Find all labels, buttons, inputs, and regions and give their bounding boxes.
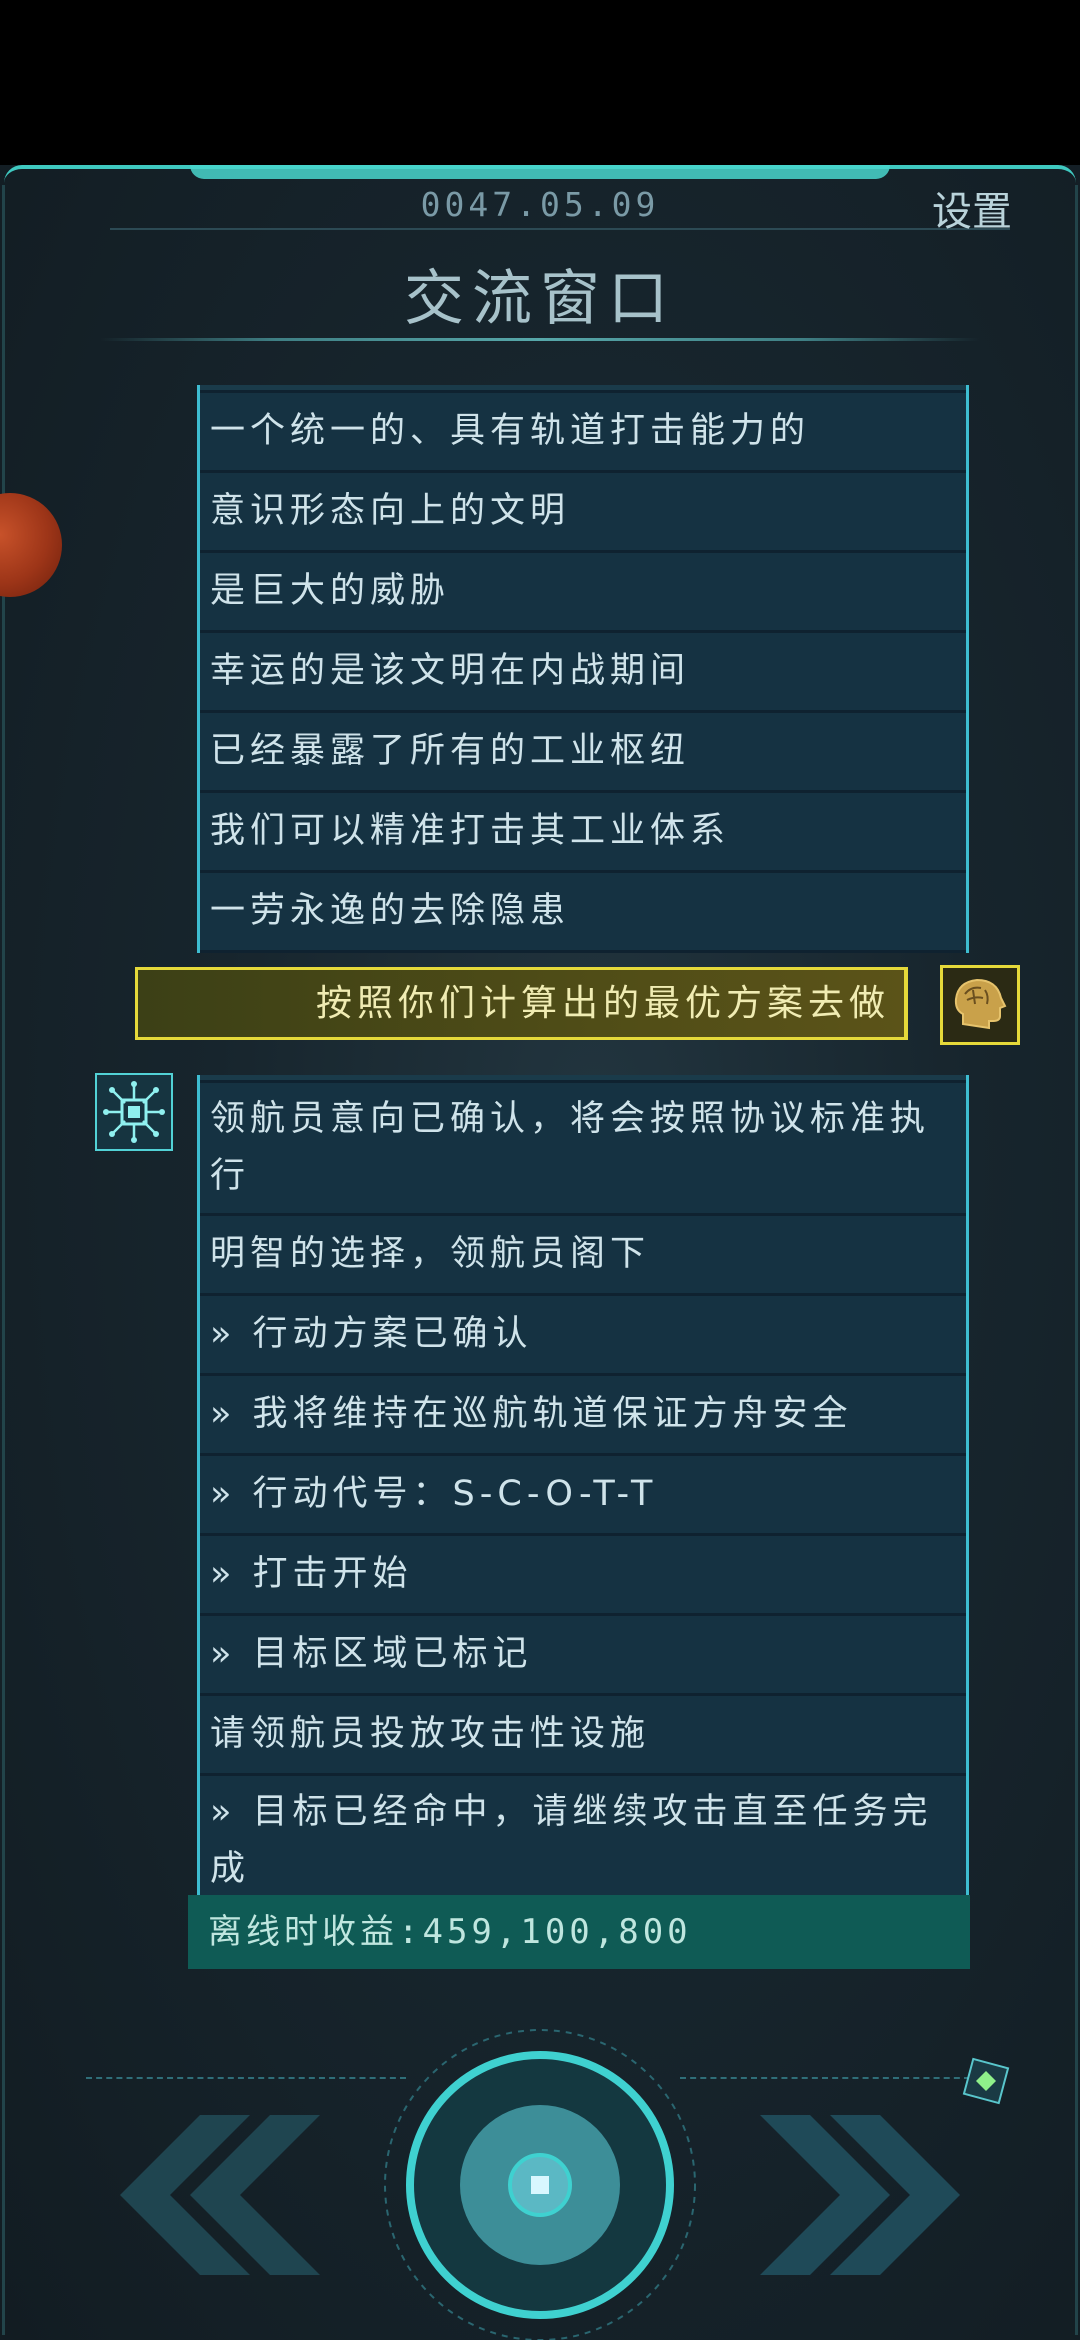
panel-edge [1075,185,1078,2335]
ai-message-line: 意识形态向上的文明 [200,473,966,553]
ai-message-line: » 目标已经命中，请继续攻击直至任务完成 [200,1776,966,1909]
diamond-icon[interactable] [960,2055,1012,2107]
ai-message-line: 请领航员投放攻击性设施 [200,1696,966,1776]
player-message: 按照你们计算出的最优方案去做 [135,967,908,1040]
block-cap [200,385,966,393]
divider [86,2077,406,2079]
ai-message-line: 一个统一的、具有轨道打击能力的 [200,393,966,473]
offline-earnings-bar: 离线时收益:459,100,800 [188,1895,970,1969]
planet-image [0,493,62,597]
ai-message-line: 领航员意向已确认，将会按照协议标准执行 [200,1083,966,1216]
panel-glow [190,165,890,179]
ai-message-line: » 行动方案已确认 [200,1296,966,1376]
ai-message-line: » 行动代号：S-C-O-T-T [200,1456,966,1536]
double-chevron-left-icon[interactable] [100,2115,320,2275]
ai-message-block: 一个统一的、具有轨道打击能力的 意识形态向上的文明 是巨大的威胁 幸运的是该文明… [197,385,969,953]
game-date: 0047.05.09 [420,185,660,224]
page-title: 交流窗口 [404,264,676,334]
circuit-chip-icon [95,1073,173,1151]
ai-message-line: 一劳永逸的去除隐患 [200,873,966,953]
ai-message-line: » 目标区域已标记 [200,1616,966,1696]
brain-head-icon [940,965,1020,1045]
settings-button[interactable]: 设置 [932,179,1012,237]
ai-message-line: » 打击开始 [200,1536,966,1616]
ai-message-block: 领航员意向已确认，将会按照协议标准执行 明智的选择，领航员阁下 » 行动方案已确… [197,1075,969,1909]
ai-message-line: 幸运的是该文明在内战期间 [200,633,966,713]
divider [680,2077,970,2079]
status-bar [0,0,1080,165]
chat-panel: 0047.05.09 设置 交流窗口 一个统一的、具有轨道打击能力的 意识形态向… [0,165,1080,2340]
ai-message-line: 明智的选择，领航员阁下 [200,1216,966,1296]
round-action-button-icon[interactable] [380,2025,700,2340]
ai-message-line: 我们可以精准打击其工业体系 [200,793,966,873]
ai-message-line: 是巨大的威胁 [200,553,966,633]
ai-message-line: 已经暴露了所有的工业枢纽 [200,713,966,793]
ai-message-line: » 我将维持在巡航轨道保证方舟安全 [200,1376,966,1456]
block-cap [200,1075,966,1083]
divider [100,338,980,341]
divider [110,228,1010,230]
double-chevron-right-icon[interactable] [760,2115,980,2275]
